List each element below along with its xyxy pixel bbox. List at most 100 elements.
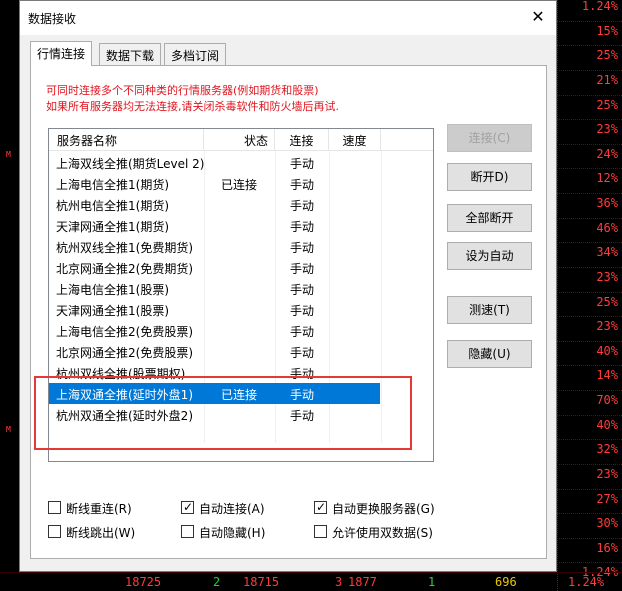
- terminal-percent: 16%: [596, 541, 618, 555]
- terminal-percent: 27%: [596, 492, 618, 506]
- terminal-percent: 23%: [596, 122, 618, 136]
- server-connect-mode: 手动: [289, 157, 314, 171]
- server-row[interactable]: 杭州双线全推1(免费期货) 手动: [49, 236, 433, 257]
- terminal-percent-column: 1.24% 15% 25% 21% 25% 23% 24% 12% 36% 46% 34% 23% 25…: [557, 0, 622, 591]
- terminal-percent: 21%: [596, 73, 618, 87]
- column-header-server-name[interactable]: 服务器名称: [49, 129, 204, 151]
- terminal-percent: 14%: [596, 368, 618, 382]
- terminal-percent: 25%: [596, 48, 618, 62]
- checkbox-unchecked-icon[interactable]: [48, 501, 61, 514]
- server-status: 已连接: [220, 178, 257, 192]
- terminal-bottom-number: 18715: [243, 575, 280, 589]
- terminal-percent: 23%: [596, 467, 618, 481]
- tab-depth-subscription[interactable]: 多档订阅: [164, 43, 227, 65]
- server-row[interactable]: 天津网通全推1(股票) 手动: [49, 299, 433, 320]
- terminal-percent: 24%: [596, 147, 618, 161]
- connect-button[interactable]: 连接(C): [447, 124, 532, 152]
- checkbox-label: 允许使用双数据(S): [332, 526, 433, 540]
- annotation-highlight-box: [34, 376, 412, 450]
- checkbox-label: 自动更换服务器(G): [332, 502, 435, 516]
- checkbox-checked-icon[interactable]: ✓: [181, 500, 194, 514]
- checkbox-label: 断线跳出(W): [66, 526, 136, 540]
- checkbox-label: 自动隐藏(H): [199, 526, 266, 540]
- set-auto-button[interactable]: 设为自动: [447, 242, 532, 270]
- checkbox-checked-icon[interactable]: ✓: [314, 500, 327, 514]
- tab-market-connection[interactable]: 行情连接: [30, 41, 93, 66]
- checkbox-label: 自动连接(A): [199, 502, 265, 516]
- terminal-percent: 25%: [596, 98, 618, 112]
- speed-test-button[interactable]: 测速(T): [447, 296, 532, 324]
- terminal-bottom-number: 1: [428, 575, 436, 589]
- hide-button[interactable]: 隐藏(U): [447, 340, 532, 368]
- terminal-percent: 30%: [596, 516, 618, 530]
- checkbox-unchecked-icon[interactable]: [181, 525, 194, 538]
- auto-connect-checkbox[interactable]: ✓ 自动连接(A): [181, 500, 311, 516]
- server-name: 杭州双线全推1(免费期货): [56, 241, 193, 255]
- server-row[interactable]: 北京网通全推2(免费股票) 手动: [49, 341, 433, 362]
- terminal-bottom-number: 2: [213, 575, 221, 589]
- server-connect-mode: 手动: [289, 241, 314, 255]
- terminal-percent: 70%: [596, 393, 618, 407]
- check-mark-icon: ✓: [316, 500, 327, 514]
- terminal-percent: 40%: [596, 344, 618, 358]
- server-name: 天津网通全推1(股票): [56, 304, 169, 318]
- terminal-percent: 23%: [596, 270, 618, 284]
- terminal-bottom-number: 18725: [125, 575, 162, 589]
- check-mark-icon: ✓: [183, 500, 194, 514]
- auto-switch-server-checkbox[interactable]: ✓ 自动更换服务器(G): [314, 500, 444, 516]
- allow-dual-data-checkbox[interactable]: 允许使用双数据(S): [314, 524, 444, 540]
- disconnect-popup-checkbox[interactable]: 断线跳出(W): [48, 524, 178, 540]
- terminal-percent: 1.24%: [581, 0, 618, 13]
- server-list-header: 服务器名称 状态 连接 速度: [49, 129, 433, 151]
- terminal-bottom-number: 3: [335, 575, 343, 589]
- server-connect-mode: 手动: [289, 325, 314, 339]
- checkbox-unchecked-icon[interactable]: [48, 525, 61, 538]
- column-header-connect[interactable]: 连接: [275, 129, 329, 151]
- auto-hide-checkbox[interactable]: 自动隐藏(H): [181, 524, 311, 540]
- server-name: 北京网通全推2(免费期货): [56, 262, 193, 276]
- disconnect-all-button[interactable]: 全部断开: [447, 204, 532, 232]
- terminal-bottom-row: 18725 2 18715 3 1877 1 696 1.24%: [0, 572, 622, 591]
- window-title: 数据接收: [28, 12, 77, 26]
- terminal-percent: 23%: [596, 319, 618, 333]
- server-name: 天津网通全推1(期货): [56, 220, 169, 234]
- terminal-percent: 40%: [596, 418, 618, 432]
- server-connect-mode: 手动: [289, 199, 314, 213]
- title-bar[interactable]: 数据接收 ✕: [20, 1, 556, 35]
- column-header-speed[interactable]: 速度: [329, 129, 381, 151]
- server-row[interactable]: 天津网通全推1(期货) 手动: [49, 215, 433, 236]
- server-row[interactable]: 上海电信全推2(免费股票) 手动: [49, 320, 433, 341]
- server-row[interactable]: 杭州电信全推1(期货) 手动: [49, 194, 433, 215]
- terminal-percent: 25%: [596, 295, 618, 309]
- terminal-percent: 32%: [596, 442, 618, 456]
- server-connect-mode: 手动: [289, 346, 314, 360]
- warning-line-1: 可同时连接多个不同种类的行情服务器(例如期货和股票): [46, 84, 319, 97]
- server-row[interactable]: 上海电信全推1(期货) 已连接 手动: [49, 173, 433, 194]
- server-row[interactable]: 上海电信全推1(股票) 手动: [49, 278, 433, 299]
- terminal-left-edge: M M: [0, 0, 20, 591]
- terminal-bottom-number: 1.24%: [568, 575, 605, 589]
- terminal-percent: 12%: [596, 171, 618, 185]
- auto-reconnect-checkbox[interactable]: 断线重连(R): [48, 500, 178, 516]
- server-name: 上海电信全推2(免费股票): [56, 325, 193, 339]
- terminal-percent: 36%: [596, 196, 618, 210]
- checkbox-label: 断线重连(R): [66, 502, 132, 516]
- server-row[interactable]: 上海双线全推(期货Level 2) 手动: [49, 152, 433, 173]
- terminal-percent: 46%: [596, 221, 618, 235]
- close-icon[interactable]: ✕: [528, 7, 548, 27]
- terminal-marker: M: [6, 150, 11, 159]
- server-name: 上海电信全推1(期货): [56, 178, 169, 192]
- server-connect-mode: 手动: [289, 220, 314, 234]
- disconnect-button[interactable]: 断开D): [447, 163, 532, 191]
- server-connect-mode: 手动: [289, 178, 314, 192]
- tab-data-download[interactable]: 数据下载: [99, 43, 162, 65]
- terminal-bottom-number: 696: [495, 575, 517, 589]
- server-row[interactable]: 北京网通全推2(免费期货) 手动: [49, 257, 433, 278]
- server-name: 上海电信全推1(股票): [56, 283, 169, 297]
- warning-line-2: 如果所有服务器均无法连接,请关闭杀毒软件和防火墙后再试.: [46, 100, 339, 113]
- terminal-marker: M: [6, 425, 11, 434]
- column-header-status[interactable]: 状态: [204, 129, 275, 151]
- server-connect-mode: 手动: [289, 283, 314, 297]
- server-connect-mode: 手动: [289, 304, 314, 318]
- checkbox-unchecked-icon[interactable]: [314, 525, 327, 538]
